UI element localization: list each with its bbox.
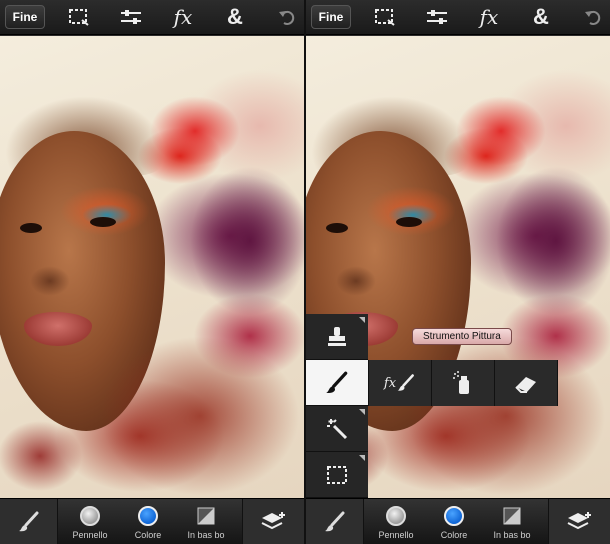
purple-splash	[190, 166, 304, 316]
brush-icon	[326, 371, 348, 393]
nose-shape	[336, 266, 376, 296]
selection-icon[interactable]	[64, 4, 94, 30]
submenu-corner	[359, 317, 365, 323]
layers-button[interactable]	[548, 499, 610, 544]
brush-settings-button[interactable]: Pennello	[366, 503, 426, 543]
selection-icon[interactable]	[370, 4, 400, 30]
eye-left	[326, 223, 348, 233]
spray-tool[interactable]	[432, 360, 495, 406]
red-splash	[456, 96, 546, 166]
stamp-tool[interactable]	[306, 314, 368, 360]
red-bloom	[100, 336, 300, 496]
blend-mode-icon	[503, 507, 521, 525]
nose-shape	[30, 266, 70, 296]
brush-options-row: fx	[368, 360, 558, 406]
blend-mode-button[interactable]: In bas bo	[176, 503, 236, 543]
blend-icon[interactable]: &	[526, 4, 556, 30]
layers-add-icon	[567, 512, 591, 530]
brush-tool-button[interactable]	[0, 499, 58, 544]
color-swatch	[444, 506, 464, 526]
adjustments-icon[interactable]	[116, 4, 146, 30]
effects-icon[interactable]: fx	[168, 4, 198, 30]
eye-left	[20, 223, 42, 233]
spray-icon	[453, 371, 469, 394]
tool-tooltip: Strumento Pittura	[412, 328, 512, 345]
photo-canvas[interactable]	[0, 36, 304, 498]
stamp-icon	[328, 326, 346, 346]
magic-wand-icon	[327, 418, 348, 439]
tool-menu-column	[306, 314, 368, 498]
eraser-icon	[515, 377, 536, 393]
brush-size-swatch	[386, 506, 406, 526]
left-screen: Fine fx & Pennello Colore In bas bo	[0, 0, 304, 544]
eye-right	[90, 217, 116, 227]
blend-mode-icon	[197, 507, 215, 525]
brush-icon	[18, 511, 38, 532]
purple-splash	[496, 166, 610, 316]
eye-right	[396, 217, 422, 227]
right-screen: Fine fx & Strumento Pittura fx Pennello …	[306, 0, 610, 544]
marquee-icon	[327, 465, 347, 484]
top-toolbar: Fine fx &	[306, 0, 610, 35]
bottom-toolbar: Pennello Colore In bas bo	[0, 498, 304, 544]
layers-add-icon	[261, 512, 285, 530]
brush-tool[interactable]	[306, 360, 368, 406]
fx-brush-icon: fx	[384, 373, 416, 393]
brush-settings-button[interactable]: Pennello	[60, 503, 120, 543]
fx-brush-tool[interactable]: fx	[369, 360, 432, 406]
layers-button[interactable]	[242, 499, 304, 544]
done-button[interactable]: Fine	[311, 5, 351, 29]
brush-icon	[324, 511, 344, 532]
color-button[interactable]: Colore	[424, 503, 484, 543]
submenu-corner	[359, 409, 365, 415]
effects-icon[interactable]: fx	[474, 4, 504, 30]
brush-tool-button[interactable]	[306, 499, 364, 544]
bottom-toolbar: Pennello Colore In bas bo	[306, 498, 610, 544]
eraser-tool[interactable]	[495, 360, 558, 406]
red-splash	[150, 96, 240, 166]
marquee-tool[interactable]	[306, 452, 368, 498]
undo-icon[interactable]	[272, 4, 302, 30]
magic-wand-tool[interactable]	[306, 406, 368, 452]
top-toolbar: Fine fx &	[0, 0, 304, 35]
blend-mode-button[interactable]: In bas bo	[482, 503, 542, 543]
adjustments-icon[interactable]	[422, 4, 452, 30]
submenu-corner	[359, 455, 365, 461]
color-swatch	[138, 506, 158, 526]
color-button[interactable]: Colore	[118, 503, 178, 543]
undo-icon[interactable]	[578, 4, 608, 30]
done-button[interactable]: Fine	[5, 5, 45, 29]
blend-icon[interactable]: &	[220, 4, 250, 30]
brush-size-swatch	[80, 506, 100, 526]
